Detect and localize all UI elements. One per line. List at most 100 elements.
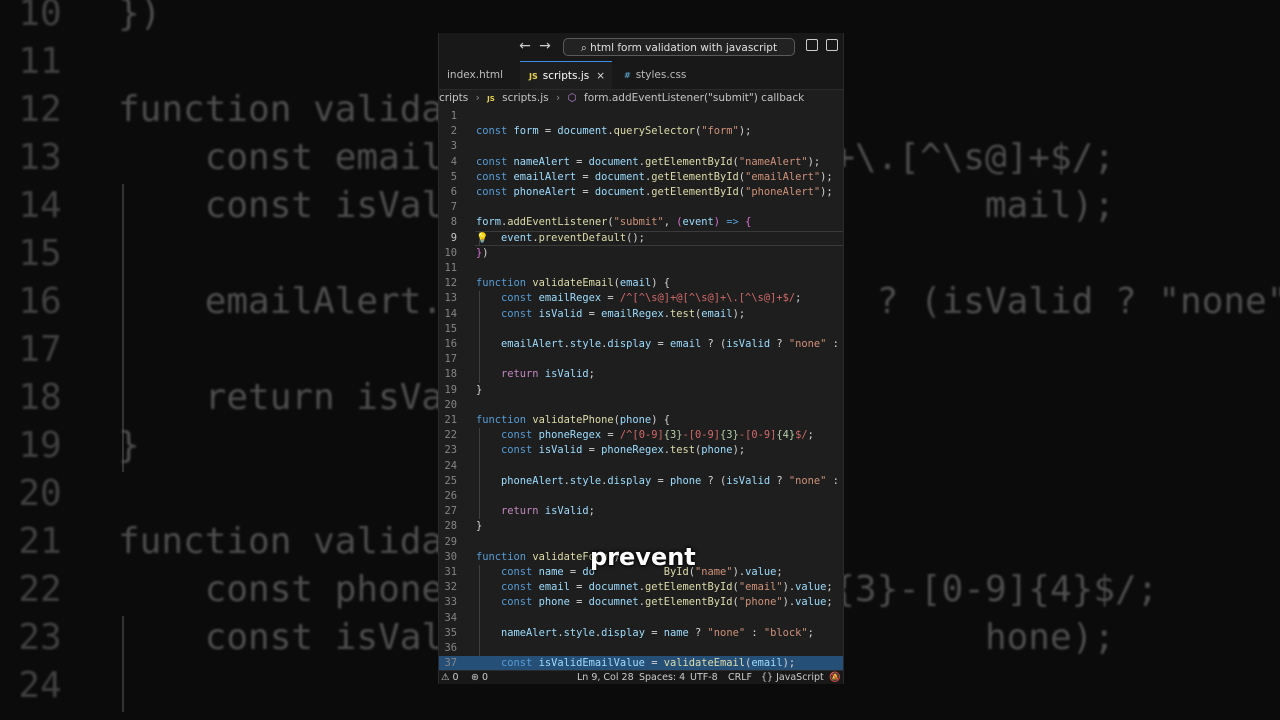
code-line[interactable]: 11 [439, 261, 843, 276]
code-text: const phoneRegex = /^[0-9]{3}-[0-9]{3}-[… [501, 429, 814, 442]
line-number: 9 [450, 231, 457, 244]
language-label: JavaScript [776, 672, 824, 683]
code-line[interactable]: 17 [439, 352, 843, 367]
code-line[interactable]: 35 nameAlert.style.display = name ? "non… [439, 626, 843, 641]
code-line[interactable]: 10}) [439, 246, 843, 261]
line-number: 24 [444, 459, 457, 472]
code-text: phoneAlert.style.display = phone ? (isVa… [501, 474, 839, 487]
javascript-file-icon: JS [487, 95, 495, 103]
line-number: 15 [444, 322, 457, 335]
indentation[interactable]: Spaces: 4 [639, 671, 685, 684]
line-number: 27 [444, 505, 457, 518]
line-number: 30 [444, 550, 457, 563]
code-line[interactable]: 37 const isValidEmailValue = validateEma… [439, 656, 843, 670]
code-line[interactable]: 16 emailAlert.style.display = email ? (i… [439, 337, 843, 352]
code-line[interactable]: 8 form.addEventListener("submit", (event)… [439, 215, 843, 230]
code-line[interactable]: 18 return isValid; [439, 367, 843, 382]
bg-line-number: 17 [18, 329, 62, 370]
code-text: const phoneAlert = document.getElementBy… [476, 186, 833, 198]
code-text: }) [476, 246, 489, 259]
line-number: 16 [444, 338, 457, 350]
encoding[interactable]: UTF-8 [690, 671, 718, 684]
code-line[interactable]: 1 [439, 109, 843, 124]
code-line[interactable]: 23 const isValid = phoneRegex.test(phone… [439, 443, 843, 458]
code-text: form.addEventListener("submit", (event) … [476, 216, 752, 229]
code-line[interactable]: 36 [439, 641, 843, 656]
breadcrumb-symbol[interactable]: form.addEventListener("submit") callback [584, 92, 804, 104]
bg-line-number: 22 [18, 569, 62, 610]
errors-indicator[interactable]: ⚠ 0 [441, 671, 459, 684]
code-line[interactable]: 9 event.preventDefault(); 💡 [439, 231, 843, 246]
cursor-position[interactable]: Ln 9, Col 28 [577, 671, 634, 684]
tab-index-html[interactable]: index.html [439, 61, 519, 89]
code-line[interactable]: 5 const emailAlert = document.getElementB… [439, 170, 843, 185]
bg-code-text: return isVali [118, 377, 487, 418]
code-line[interactable]: 15 [439, 322, 843, 337]
forward-arrow-icon[interactable]: → [537, 37, 553, 55]
javascript-file-icon: JS [529, 72, 538, 81]
tab-styles-css[interactable]: # styles.css [613, 61, 707, 89]
line-number: 35 [444, 626, 457, 639]
search-text: html form validation with javascript [590, 42, 778, 54]
line-number: 33 [444, 596, 457, 609]
code-line[interactable]: 2 const form = document.querySelector("fo… [439, 124, 843, 139]
code-line[interactable]: 14 const isValid = emailRegex.test(email… [439, 307, 843, 322]
code-line[interactable]: 4 const nameAlert = document.getElementBy… [439, 155, 843, 170]
tab-scripts-js[interactable]: JS scripts.js × [520, 61, 612, 89]
bg-line-number: 18 [18, 377, 62, 418]
line-number: 6 [450, 186, 457, 198]
code-line[interactable]: 27 return isValid; [439, 504, 843, 519]
line-number: 17 [444, 353, 457, 366]
code-text: } [476, 383, 483, 396]
back-arrow-icon[interactable]: ← [517, 37, 533, 55]
code-line[interactable]: 22 const phoneRegex = /^[0-9]{3}-[0-9]{3… [439, 428, 843, 443]
code-text: const email = documnet.getElementById("e… [501, 581, 833, 594]
bg-line-number: 13 [18, 137, 62, 178]
bg-line-number: 20 [18, 473, 62, 514]
code-line[interactable]: 24 [439, 459, 843, 474]
code-line[interactable]: 33 const phone = documnet.getElementById… [439, 595, 843, 610]
line-number: 36 [444, 642, 457, 654]
close-icon[interactable]: × [596, 62, 605, 90]
code-line[interactable]: 7 [439, 200, 843, 215]
code-text: const phone = documnet.getElementById("p… [501, 596, 833, 609]
lightbulb-icon[interactable]: 💡 [476, 231, 488, 246]
language-mode[interactable]: {} JavaScript [761, 671, 824, 684]
line-number: 34 [444, 611, 457, 624]
code-line[interactable]: 28} [439, 519, 843, 534]
code-line[interactable]: 25 phoneAlert.style.display = phone ? (i… [439, 474, 843, 489]
code-line[interactable]: 19} [439, 383, 843, 398]
code-line[interactable]: 13 const emailRegex = /^[^\s@]+@[^\s@]+\… [439, 291, 843, 306]
css-file-icon: # [624, 71, 631, 80]
command-center-search[interactable]: ⌕ html form validation with javascript [563, 38, 795, 56]
breadcrumb: cripts › JS scripts.js › ⬡ form.addEvent… [439, 90, 843, 106]
breadcrumb-file[interactable]: scripts.js [502, 92, 548, 104]
line-ending[interactable]: CRLF [728, 671, 752, 684]
code-line[interactable]: 12 function validateEmail(email) { [439, 276, 843, 291]
toggle-sidebar-icon[interactable] [806, 39, 818, 51]
line-number: 3 [450, 140, 457, 153]
breadcrumb-folder[interactable]: cripts [439, 92, 468, 104]
ports-indicator[interactable]: ⊛ 0 [471, 671, 488, 684]
line-number: 13 [444, 292, 457, 305]
code-line[interactable]: 32 const email = documnet.getElementById… [439, 580, 843, 595]
notifications-bell-icon[interactable]: 🔕 [829, 671, 841, 684]
code-text: const isValid = phoneRegex.test(phone); [501, 444, 746, 457]
braces-icon: {} [761, 672, 777, 683]
code-area[interactable]: 1 2 const form = document.querySelector("f… [439, 106, 843, 670]
code-line[interactable]: 3 [439, 139, 843, 154]
line-number: 20 [444, 398, 457, 411]
bg-line-number: 10 [18, 0, 62, 34]
code-line[interactable]: 34 [439, 611, 843, 626]
bg-line-number: 15 [18, 233, 62, 274]
code-line[interactable]: 6 const phoneAlert = document.getElementB… [439, 185, 843, 200]
tab-label: scripts.js [542, 70, 590, 82]
toggle-panel-icon[interactable] [826, 39, 838, 51]
line-number: 12 [444, 277, 457, 290]
line-number: 26 [444, 490, 457, 502]
bg-line-number: 16 [18, 281, 62, 322]
code-line[interactable]: 20 [439, 398, 843, 413]
code-line[interactable]: 26 [439, 489, 843, 504]
title-bar: ← → ⌕ html form validation with javascri… [439, 33, 843, 61]
code-line[interactable]: 21 function validatePhone(phone) { [439, 413, 843, 428]
